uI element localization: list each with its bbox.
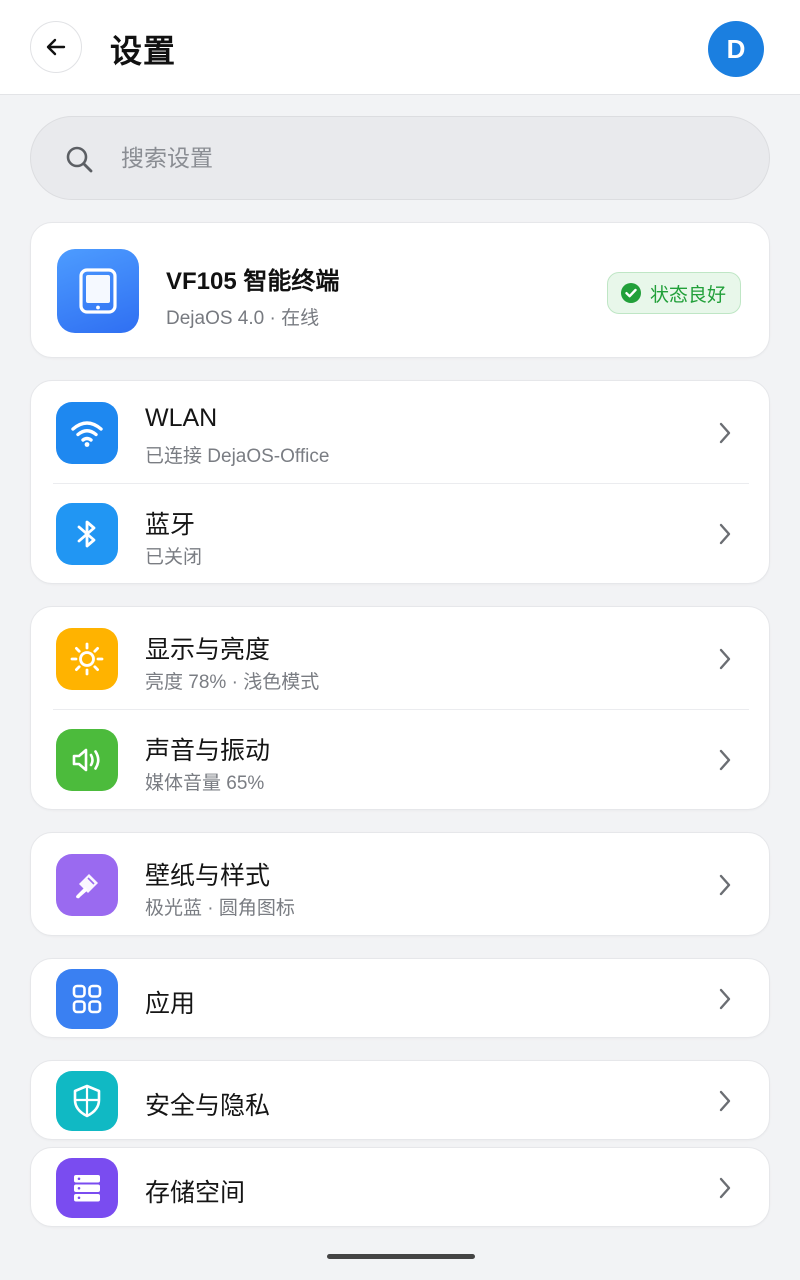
settings-row-apps[interactable]: 应用 xyxy=(31,959,771,1039)
home-indicator[interactable] xyxy=(327,1254,475,1259)
row-subtitle: 媒体音量 65% xyxy=(145,773,265,794)
row-title: 壁纸与样式 xyxy=(145,862,271,890)
row-title: 应用 xyxy=(145,990,196,1018)
apps-grid-icon xyxy=(56,969,118,1029)
chevron-right-icon xyxy=(719,988,731,1010)
settings-row-wallpaper[interactable]: 壁纸与样式 极光蓝 · 圆角图标 xyxy=(31,833,771,937)
search-bar[interactable] xyxy=(30,116,770,200)
sun-icon xyxy=(56,628,118,690)
tablet-icon xyxy=(57,249,139,333)
device-name: VF105 智能终端 xyxy=(166,268,340,295)
row-subtitle: 极光蓝 · 圆角图标 xyxy=(145,898,295,919)
display-sound-card: 显示与亮度 亮度 78% · 浅色模式 声音与振动 媒体音量 65% xyxy=(30,606,770,810)
row-subtitle: 亮度 78% · 浅色模式 xyxy=(145,672,320,693)
connectivity-card: WLAN 已连接 DejaOS-Office 蓝牙 已关闭 xyxy=(30,380,770,584)
status-badge: 状态良好 xyxy=(607,272,742,314)
row-subtitle: 已关闭 xyxy=(145,547,203,568)
storage-card: 存储空间 xyxy=(30,1147,770,1227)
status-text: 状态良好 xyxy=(650,284,727,306)
shield-icon xyxy=(56,1071,118,1131)
chevron-right-icon xyxy=(719,422,731,444)
check-circle-icon xyxy=(621,283,641,303)
row-title: WLAN xyxy=(145,404,218,432)
settings-row-security[interactable]: 安全与隐私 xyxy=(31,1061,771,1141)
row-subtitle: 已连接 DejaOS-Office xyxy=(145,446,330,467)
back-button[interactable] xyxy=(30,21,82,73)
chevron-right-icon xyxy=(719,648,731,670)
avatar[interactable]: D xyxy=(708,21,764,77)
row-title: 蓝牙 xyxy=(145,511,196,539)
chevron-right-icon xyxy=(719,749,731,771)
speaker-icon xyxy=(56,729,118,791)
settings-row-storage[interactable]: 存储空间 xyxy=(31,1148,771,1228)
device-card[interactable]: VF105 智能终端 DejaOS 4.0 · 在线 状态良好 xyxy=(30,222,770,358)
row-title: 声音与振动 xyxy=(145,737,271,765)
brush-icon xyxy=(56,854,118,916)
device-subtitle: DejaOS 4.0 · 在线 xyxy=(166,308,320,329)
page-title: 设置 xyxy=(110,33,177,69)
security-card: 安全与隐私 xyxy=(30,1060,770,1140)
search-icon xyxy=(66,146,93,173)
app-header: 设置 D xyxy=(0,0,800,95)
row-title: 安全与隐私 xyxy=(145,1092,271,1120)
settings-row-sound[interactable]: 声音与振动 媒体音量 65% xyxy=(31,709,771,811)
chevron-right-icon xyxy=(719,1177,731,1199)
wifi-icon xyxy=(56,402,118,464)
storage-icon xyxy=(56,1158,118,1218)
apps-card: 应用 xyxy=(30,958,770,1038)
chevron-right-icon xyxy=(719,523,731,545)
row-title: 显示与亮度 xyxy=(145,636,271,664)
wallpaper-card: 壁纸与样式 极光蓝 · 圆角图标 xyxy=(30,832,770,936)
search-input[interactable] xyxy=(121,117,721,199)
bluetooth-icon xyxy=(56,503,118,565)
chevron-right-icon xyxy=(719,874,731,896)
chevron-right-icon xyxy=(719,1090,731,1112)
row-title: 存储空间 xyxy=(145,1179,246,1207)
settings-row-display[interactable]: 显示与亮度 亮度 78% · 浅色模式 xyxy=(31,607,771,709)
arrow-left-icon xyxy=(46,38,66,56)
settings-row-bluetooth[interactable]: 蓝牙 已关闭 xyxy=(31,483,771,585)
settings-row-wlan[interactable]: WLAN 已连接 DejaOS-Office xyxy=(31,381,771,483)
